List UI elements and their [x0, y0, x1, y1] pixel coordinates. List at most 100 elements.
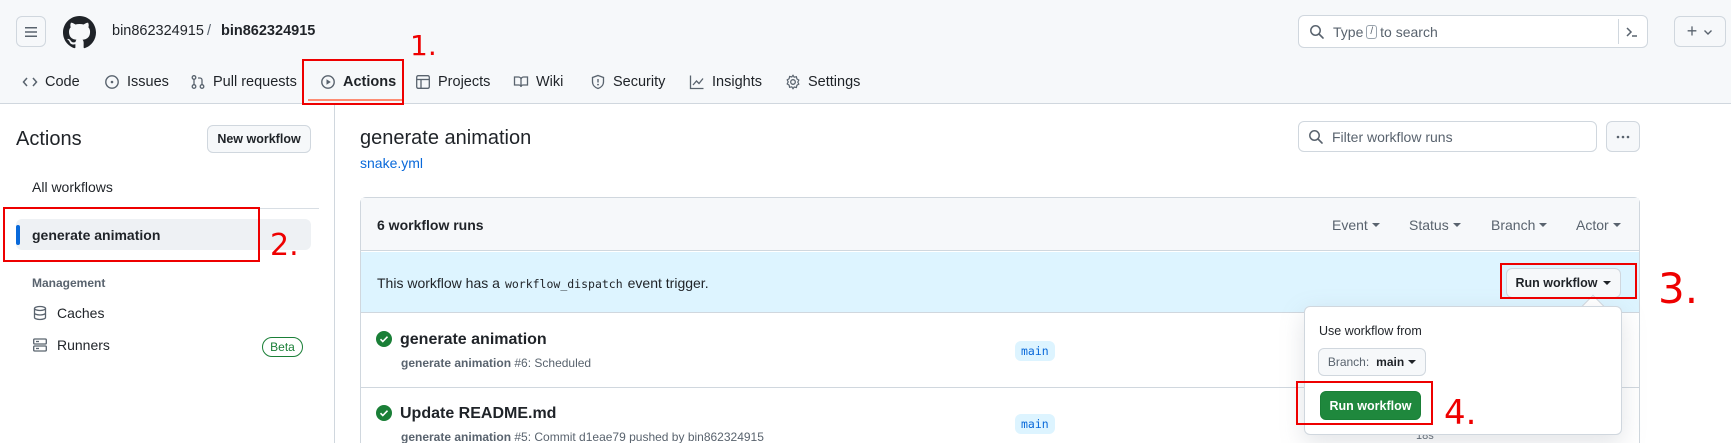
- runs-count: 6 workflow runs: [377, 217, 484, 233]
- new-workflow-button[interactable]: New workflow: [207, 125, 311, 153]
- tab-issues[interactable]: Issues: [104, 70, 169, 94]
- chevron-down-icon: [1703, 27, 1713, 37]
- annotation-box-run-submit: [1296, 381, 1433, 425]
- actor-filter-label: Actor: [1576, 217, 1609, 233]
- annotation-step-3: 3.: [1658, 264, 1699, 313]
- sidebar-item-caches[interactable]: Caches: [32, 305, 104, 321]
- tab-code[interactable]: Code: [22, 70, 80, 94]
- tab-settings-label: Settings: [808, 74, 861, 90]
- breadcrumb-owner[interactable]: bin862324915: [112, 23, 204, 39]
- book-icon: [513, 74, 529, 90]
- github-logo-icon[interactable]: [63, 16, 96, 49]
- branch-select-label: Branch:: [1327, 355, 1370, 369]
- annotation-step-1: 1.: [410, 29, 437, 62]
- branch-filter-label: Branch: [1491, 217, 1536, 233]
- run-meta: generate animation #5: Commit d1eae79 pu…: [401, 430, 764, 443]
- sidebar-management-heading: Management: [32, 276, 106, 290]
- plus-icon: +: [1686, 21, 1698, 41]
- run-meta-text: #5: Commit d1eae79 pushed by bin86232491…: [514, 430, 764, 443]
- run-meta-text: #6: Scheduled: [514, 356, 592, 370]
- search-icon: [1308, 129, 1324, 145]
- tab-wiki-label: Wiki: [536, 74, 564, 90]
- annotation-step-2: 2.: [270, 228, 299, 263]
- issue-icon: [104, 74, 120, 90]
- breadcrumb-separator: /: [207, 23, 212, 39]
- database-icon: [32, 305, 48, 321]
- code-icon: [22, 74, 38, 90]
- workflow-title: generate animation: [360, 127, 532, 149]
- tab-issues-label: Issues: [127, 74, 169, 90]
- actions-sidebar: [0, 104, 335, 443]
- sidebar-item-runners[interactable]: Runners: [32, 337, 110, 353]
- use-workflow-from-label: Use workflow from: [1319, 324, 1422, 338]
- success-check-icon: [376, 331, 392, 347]
- dropdown-caret-mask: [1586, 307, 1602, 317]
- branch-label[interactable]: main: [1015, 414, 1055, 434]
- filter-runs-placeholder: Filter workflow runs: [1332, 128, 1453, 145]
- caret-down-icon: [1539, 221, 1548, 229]
- caret-down-icon: [1408, 358, 1417, 366]
- sidebar-title: Actions: [16, 128, 82, 150]
- run-workflow-name: generate animation: [401, 356, 512, 370]
- search-shortcut-key: /: [1366, 24, 1378, 39]
- filter-runs-input[interactable]: Filter workflow runs: [1298, 121, 1597, 152]
- banner-code: workflow_dispatch: [504, 277, 623, 291]
- branch-select-value: main: [1376, 355, 1405, 369]
- caret-down-icon: [1371, 221, 1380, 229]
- caret-down-icon: [1612, 221, 1621, 229]
- sidebar-item-runners-label: Runners: [57, 337, 110, 353]
- branch-select-button[interactable]: Branch: main: [1318, 348, 1426, 376]
- banner-prefix: This workflow has a: [377, 275, 500, 291]
- run-title[interactable]: generate animation: [400, 331, 547, 349]
- search-placeholder-prefix: Type: [1333, 23, 1364, 40]
- tab-security[interactable]: Security: [590, 70, 665, 94]
- annotation-box-actions-tab: [302, 59, 404, 105]
- annotation-box-workflow: [3, 207, 260, 262]
- tab-security-label: Security: [613, 74, 666, 90]
- tab-projects[interactable]: Projects: [415, 70, 490, 94]
- banner-suffix: event trigger.: [627, 275, 709, 291]
- dispatch-banner-text: This workflow has a workflow_dispatch even…: [377, 275, 709, 291]
- status-filter-label: Status: [1409, 217, 1449, 233]
- annotation-box-run-dropdown: [1500, 263, 1637, 299]
- tab-insights-label: Insights: [712, 74, 762, 90]
- annotation-step-4: 4.: [1444, 393, 1477, 433]
- search-placeholder-suffix: to search: [1380, 23, 1438, 40]
- sidebar-item-all-workflows[interactable]: All workflows: [32, 179, 113, 195]
- workflow-file-link[interactable]: snake.yml: [360, 155, 423, 171]
- status-filter[interactable]: Status: [1409, 217, 1461, 233]
- global-search-input[interactable]: Type / to search: [1298, 15, 1648, 48]
- more-options-button[interactable]: [1606, 121, 1640, 152]
- shield-icon: [590, 74, 606, 90]
- run-meta: generate animation #6: Scheduled: [401, 356, 591, 370]
- terminal-icon: [1624, 24, 1640, 40]
- gear-icon: [785, 74, 801, 90]
- tab-pull-requests-label: Pull requests: [213, 74, 297, 90]
- success-check-icon: [376, 405, 392, 421]
- tab-wiki[interactable]: Wiki: [513, 70, 563, 94]
- sidebar-item-caches-label: Caches: [57, 305, 105, 321]
- event-filter[interactable]: Event: [1332, 217, 1380, 233]
- pull-request-icon: [190, 74, 206, 90]
- tab-code-label: Code: [45, 74, 80, 90]
- hamburger-icon: [23, 24, 39, 40]
- tab-pull-requests[interactable]: Pull requests: [190, 70, 297, 94]
- beta-badge: Beta: [262, 337, 303, 357]
- branch-filter[interactable]: Branch: [1491, 217, 1548, 233]
- server-icon: [32, 337, 48, 353]
- breadcrumb-repo[interactable]: bin862324915: [221, 23, 315, 39]
- tab-settings[interactable]: Settings: [785, 70, 860, 94]
- tab-projects-label: Projects: [438, 74, 491, 90]
- actor-filter[interactable]: Actor: [1576, 217, 1621, 233]
- create-new-button[interactable]: +: [1674, 16, 1726, 47]
- tab-insights[interactable]: Insights: [689, 70, 762, 94]
- caret-down-icon: [1452, 221, 1461, 229]
- run-title[interactable]: Update README.md: [400, 405, 556, 423]
- command-palette-button[interactable]: [1618, 19, 1644, 44]
- event-filter-label: Event: [1332, 217, 1368, 233]
- table-icon: [415, 74, 431, 90]
- graph-icon: [689, 74, 705, 90]
- branch-label[interactable]: main: [1015, 341, 1055, 361]
- kebab-horizontal-icon: [1615, 129, 1631, 145]
- global-menu-button[interactable]: [16, 16, 46, 47]
